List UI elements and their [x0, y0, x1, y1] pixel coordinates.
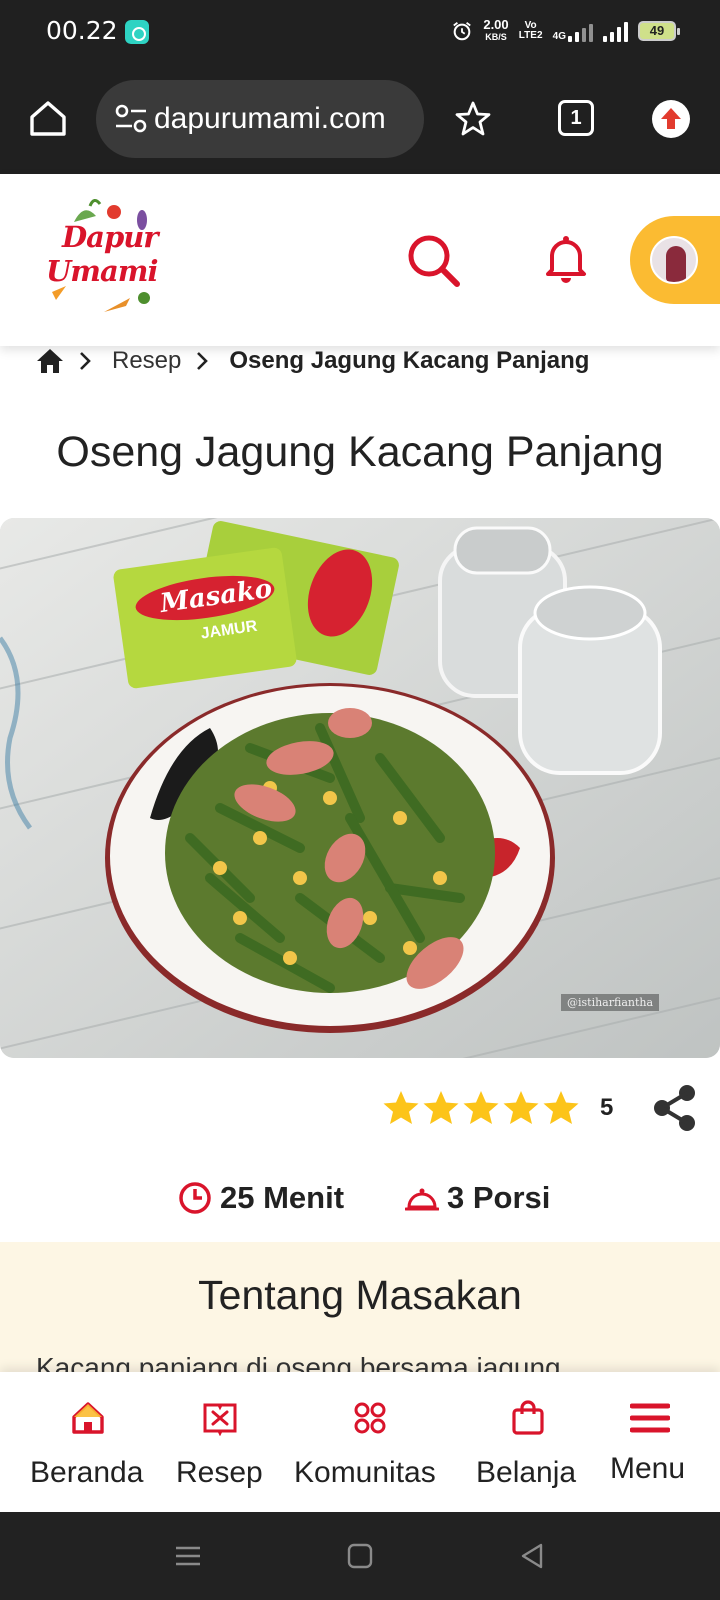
url-text: dapurumami.com: [154, 102, 386, 135]
nav-label-komunitas: Komunitas: [294, 1456, 436, 1489]
star-icon[interactable]: [382, 1089, 420, 1127]
dapur-umami-logo[interactable]: Dapur Umami: [44, 194, 164, 324]
home-button-icon[interactable]: [346, 1542, 374, 1570]
photo-credit: @istiharfiantha: [561, 994, 660, 1011]
status-indicators: 2.00 KB/S Vo LTE2 4G 49: [451, 14, 680, 48]
star-icon[interactable]: [542, 1089, 580, 1127]
system-navigation-bar: [0, 1512, 720, 1600]
network-type: 4G: [552, 31, 566, 42]
site-header: Dapur Umami: [0, 174, 720, 346]
notification-bell-icon[interactable]: [544, 234, 588, 284]
bottom-navigation: Beranda Resep Komunitas Belanja Menu: [0, 1372, 720, 1512]
logo-text-umami: Umami: [46, 254, 158, 288]
tab-switcher-button[interactable]: 1: [558, 100, 594, 136]
nav-label-resep: Resep: [176, 1456, 263, 1489]
portion-value: 3 Porsi: [447, 1180, 551, 1215]
recipe-book-icon: [203, 1403, 237, 1436]
app-notification-icon: [125, 20, 149, 44]
star-icon[interactable]: [502, 1089, 540, 1127]
star-icon[interactable]: [462, 1089, 500, 1127]
cooking-time: 25 Menit: [178, 1180, 344, 1216]
nav-item-resep[interactable]: Resep: [168, 1372, 280, 1512]
home-icon: [72, 1402, 104, 1434]
cooking-time-value: 25 Menit: [220, 1180, 345, 1215]
network-speed: 2.00 KB/S: [483, 17, 509, 43]
clock-icon: [179, 1182, 211, 1214]
breadcrumb-home-icon[interactable]: [36, 348, 64, 374]
chevron-right-icon: [197, 352, 209, 370]
nav-item-menu[interactable]: Menu: [600, 1372, 704, 1512]
chevron-right-icon: [80, 352, 91, 370]
breadcrumb: Resep Oseng Jagung Kacang Panjang: [36, 346, 589, 376]
nav-label-belanja: Belanja: [476, 1456, 577, 1489]
share-icon[interactable]: [652, 1084, 698, 1132]
logo-text-dapur: Dapur: [62, 220, 159, 254]
shopping-bag-icon: [512, 1400, 544, 1435]
recent-apps-icon[interactable]: [174, 1542, 202, 1570]
hamburger-menu-icon: [630, 1403, 670, 1433]
recipe-photo[interactable]: Masako JAMUR @istiharfiantha: [0, 518, 720, 1058]
star-icon[interactable]: [422, 1089, 460, 1127]
portion: 3 Porsi: [405, 1180, 550, 1216]
nav-item-komunitas[interactable]: Komunitas: [290, 1372, 452, 1512]
address-bar[interactable]: dapurumami.com: [96, 80, 424, 158]
update-available-icon[interactable]: [652, 100, 690, 138]
alarm-icon: [453, 22, 472, 41]
avatar: [650, 236, 698, 284]
network-speed-unit: KB/S: [485, 32, 507, 42]
signal-strength-icon-2: [603, 20, 628, 42]
nav-item-belanja[interactable]: Belanja: [468, 1372, 592, 1512]
breadcrumb-current: Oseng Jagung Kacang Panjang: [229, 347, 590, 374]
breadcrumb-link-resep[interactable]: Resep: [112, 347, 181, 375]
volte-indicator: Vo LTE2: [518, 20, 543, 41]
about-text: Kacang panjang di oseng bersama jagung: [36, 1352, 561, 1372]
community-icon: [354, 1402, 386, 1434]
nav-label-menu: Menu: [610, 1452, 686, 1485]
rating[interactable]: 5: [382, 1086, 613, 1130]
battery-icon: 49: [638, 21, 680, 41]
site-settings-icon[interactable]: [112, 102, 152, 136]
recipe-meta: 25 Menit 3 Porsi: [0, 1180, 720, 1224]
nav-label-beranda: Beranda: [30, 1456, 144, 1489]
status-bar: 00.22 2.00 KB/S Vo LTE2 4G 49: [0, 0, 720, 62]
search-icon[interactable]: [405, 232, 463, 290]
about-section: Tentang Masakan Kacang panjang di oseng …: [0, 1242, 720, 1372]
network-speed-value: 2.00: [483, 17, 509, 32]
status-time: 00.22: [46, 16, 118, 45]
bowl-of-stir-fry: [105, 683, 555, 1033]
browser-home-icon[interactable]: [26, 96, 70, 140]
browser-toolbar: dapurumami.com 1: [0, 62, 720, 174]
back-button-icon[interactable]: [518, 1542, 546, 1570]
page-title: Oseng Jagung Kacang Panjang: [56, 428, 664, 476]
nav-item-beranda[interactable]: Beranda: [18, 1372, 158, 1512]
serving-cloche-icon: [405, 1188, 439, 1211]
signal-strength-icon-1: [568, 20, 593, 42]
profile-button[interactable]: [630, 216, 720, 304]
bookmark-star-icon[interactable]: [454, 100, 492, 138]
signal-4g: 4G: [553, 20, 593, 42]
recipe-photo-illustration: Masako JAMUR: [0, 518, 720, 1058]
about-title: Tentang Masakan: [198, 1272, 522, 1318]
rating-value: 5: [600, 1094, 614, 1121]
